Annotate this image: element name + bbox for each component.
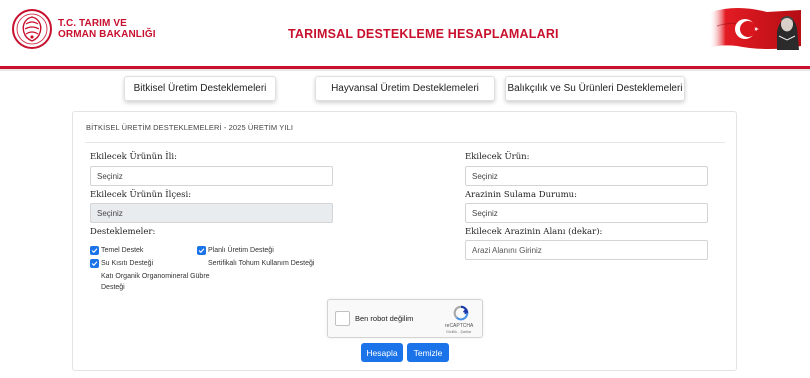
site-header: T.C. TARIM VE ORMAN BAKANLIĞI TARIMSAL D… <box>0 0 810 66</box>
planli-uretim-label: Planlı Üretim Desteği <box>208 247 274 254</box>
recaptcha-checkbox[interactable] <box>335 311 350 326</box>
recaptcha-links[interactable]: Gizlilik - Şartlar <box>446 330 472 334</box>
sulama-label: Arazinin Sulama Durumu: <box>465 190 577 200</box>
panel-divider <box>85 142 725 143</box>
tab-bitkisel[interactable]: Bitkisel Üretim Desteklemeleri <box>124 76 276 101</box>
il-select[interactable]: Seçiniz <box>90 166 333 186</box>
calculate-button[interactable]: Hesapla <box>361 343 403 362</box>
urun-label: Ekilecek Ürün: <box>465 152 530 162</box>
sulama-select[interactable]: Seçiniz <box>465 203 708 223</box>
planli-uretim-checkbox[interactable] <box>197 246 206 255</box>
ilce-select[interactable]: Seçiniz <box>90 203 333 223</box>
tab-balikcilik[interactable]: Balıkçılık ve Su Ürünleri Desteklemeleri <box>505 76 685 101</box>
kati-organik-label-line1[interactable]: Katı Organik Organomineral Gübre <box>101 272 210 281</box>
temel-destek-checkbox[interactable] <box>90 246 99 255</box>
kati-organik-label-line2: Desteği <box>101 284 125 291</box>
ministry-name-line1: T.C. TARIM VE <box>58 18 127 29</box>
recaptcha-widget: Ben robot değilim reCAPTCHA Gizlilik - Ş… <box>327 299 483 338</box>
page-title: TARIMSAL DESTEKLEME HESAPLAMALARI <box>288 27 559 41</box>
urun-select[interactable]: Seçiniz <box>465 166 708 186</box>
header-shadow <box>0 69 810 71</box>
ilce-label: Ekilecek Ürünün İlçesi: <box>90 190 192 200</box>
check-icon <box>91 261 98 267</box>
su-kisiti-checkbox[interactable] <box>90 259 99 268</box>
ministry-logo-icon <box>12 9 52 49</box>
sertifikali-tohum-label[interactable]: Sertifikalı Tohum Kullanım Desteği <box>208 259 314 268</box>
category-tabs: Bitkisel Üretim Desteklemeleri Hayvansal… <box>0 76 810 102</box>
check-icon <box>198 248 205 254</box>
alan-label: Ekilecek Arazinin Alanı (dekar): <box>465 227 603 237</box>
temel-destek-label: Temel Destek <box>101 247 144 254</box>
tab-hayvansal[interactable]: Hayvansal Üretim Desteklemeleri <box>315 76 495 101</box>
alan-input[interactable]: Arazi Alanını Giriniz <box>465 240 708 260</box>
check-icon <box>91 248 98 254</box>
ministry-name-line2: ORMAN BAKANLIĞI <box>58 29 156 40</box>
recaptcha-logo-icon <box>453 305 469 321</box>
desteklemeler-label: Desteklemeler: <box>90 227 156 237</box>
ministry-name: T.C. TARIM VE ORMAN BAKANLIĞI <box>58 18 156 40</box>
su-kisiti-label: Su Kısıtı Desteği <box>101 260 154 267</box>
turkish-flag-icon <box>709 8 801 50</box>
clear-button[interactable]: Temizle <box>407 343 449 362</box>
il-label: Ekilecek Ürünün İli: <box>90 152 177 162</box>
recaptcha-brand: reCAPTCHA <box>445 323 474 329</box>
panel-title: BİTKİSEL ÜRETİM DESTEKLEMELERİ - 2025 ÜR… <box>86 123 294 132</box>
calculation-panel: BİTKİSEL ÜRETİM DESTEKLEMELERİ - 2025 ÜR… <box>72 111 737 371</box>
recaptcha-label: Ben robot değilim <box>355 314 414 323</box>
flag-banner-image <box>707 6 801 50</box>
